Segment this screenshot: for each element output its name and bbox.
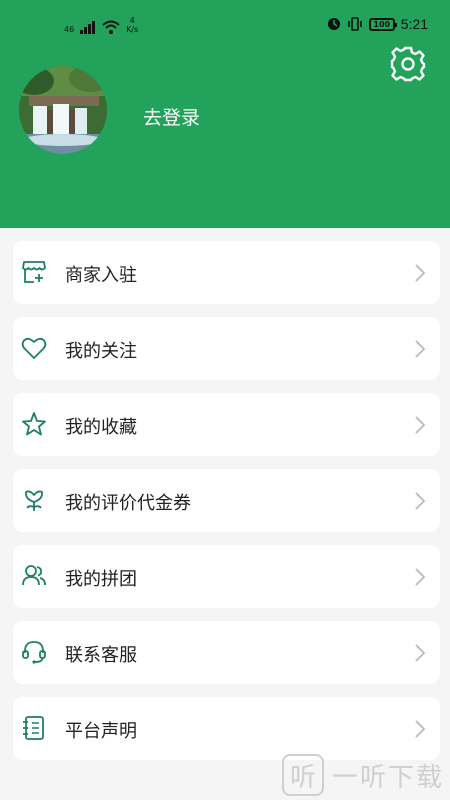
menu-item-label: 平台声明: [65, 721, 137, 742]
chevron-right-icon: [415, 340, 426, 358]
menu-item-review-vouchers[interactable]: 我的评价代金券: [13, 469, 440, 532]
status-left: 46 4 K/s: [64, 16, 138, 34]
wifi-icon: [102, 20, 120, 34]
profile-header: 46 4 K/s 100 5:21 去登录: [0, 0, 450, 228]
chevron-right-icon: [415, 264, 426, 282]
chevron-right-icon: [415, 720, 426, 738]
menu-item-group-buy[interactable]: 我的拼团: [13, 545, 440, 608]
watermark-text: 一听下载: [331, 762, 444, 793]
net-speed-value: 4: [129, 16, 135, 25]
headset-icon: [22, 641, 46, 664]
net-speed: 4 K/s: [126, 16, 138, 34]
menu-item-label: 我的收藏: [65, 417, 137, 438]
status-bar: 46 4 K/s 100 5:21: [0, 12, 450, 42]
menu-item-contact-service[interactable]: 联系客服: [13, 621, 440, 684]
status-time: 5:21: [400, 16, 428, 32]
watermark: 听 一听下载: [281, 754, 444, 796]
menu-item-label: 我的关注: [65, 341, 137, 362]
menu-item-platform-statement[interactable]: 平台声明: [13, 697, 440, 760]
menu-item-label: 商家入驻: [65, 265, 137, 286]
battery-indicator: 100: [368, 17, 397, 31]
login-link[interactable]: 去登录: [143, 103, 200, 130]
signal-label: 46: [64, 25, 75, 34]
heart-icon: [21, 337, 47, 359]
flower-icon: [25, 490, 43, 511]
net-speed-unit: K/s: [126, 25, 139, 34]
store-icon: [22, 261, 46, 283]
chevron-right-icon: [415, 568, 426, 586]
notebook-icon: [23, 716, 44, 740]
avatar[interactable]: [19, 66, 107, 154]
chevron-right-icon: [415, 416, 426, 434]
users-icon: [22, 565, 46, 586]
menu-item-label: 联系客服: [65, 645, 137, 666]
menu-item-my-follows[interactable]: 我的关注: [13, 317, 440, 380]
watermark-badge: 听: [281, 754, 324, 796]
chevron-right-icon: [415, 644, 426, 662]
menu-item-label: 我的拼团: [65, 569, 137, 590]
menu-list: 商家入驻 我的关注 我的收藏 我的评价代金券 我的拼团 联系客服 平台声明: [13, 241, 440, 773]
chevron-right-icon: [415, 492, 426, 510]
menu-item-my-favorites[interactable]: 我的收藏: [13, 393, 440, 456]
menu-item-merchant-join[interactable]: 商家入驻: [13, 241, 440, 304]
menu-item-label: 我的评价代金券: [65, 493, 191, 514]
cellular-signal-icon: [80, 21, 96, 34]
star-icon: [22, 412, 46, 436]
settings-gear-icon[interactable]: [390, 46, 426, 82]
waterfall-avatar-image: [19, 66, 107, 154]
vibrate-icon: [347, 17, 362, 31]
alarm-icon: [327, 18, 340, 30]
status-right: 100 5:21: [327, 16, 428, 32]
